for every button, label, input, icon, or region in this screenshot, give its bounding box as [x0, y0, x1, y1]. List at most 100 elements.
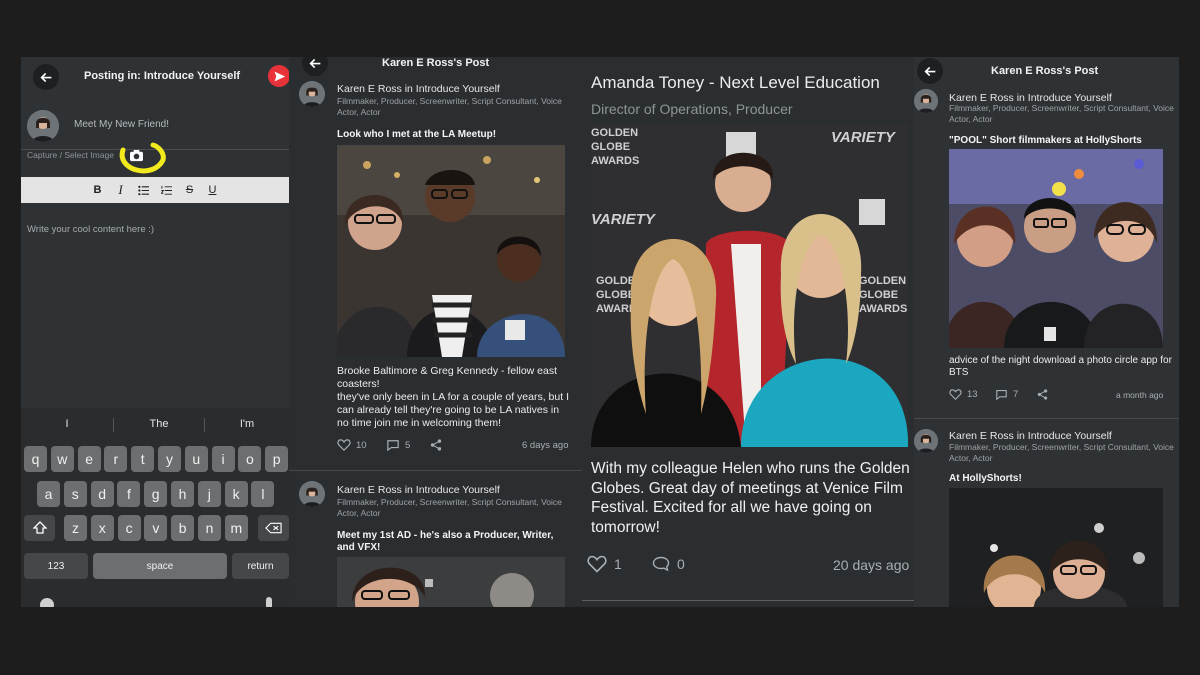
shift-icon	[32, 521, 47, 534]
delete-key[interactable]	[258, 515, 289, 541]
key-g[interactable]: g	[144, 481, 168, 507]
key-t[interactable]: t	[131, 446, 155, 472]
share-button[interactable]	[430, 439, 442, 451]
author-roles: Filmmaker, Producer, Screenwriter, Scrip…	[949, 442, 1174, 463]
avatar[interactable]	[914, 429, 938, 453]
suggestion[interactable]: The	[114, 418, 204, 430]
return-key[interactable]: return	[232, 553, 289, 579]
comment-count: 5	[405, 439, 411, 451]
on-screen-keyboard: I The I'm qwertyuiop asdfghjkl zxcvbnm 123…	[21, 408, 289, 607]
avatar[interactable]	[914, 89, 938, 113]
author-roles: Filmmaker, Producer, Screenwriter, Scrip…	[337, 96, 562, 117]
post-photo[interactable]	[949, 488, 1163, 607]
post-author[interactable]: Karen E Ross in Introduce Yourself	[337, 484, 500, 496]
key-z[interactable]: z	[64, 515, 87, 541]
avatar[interactable]	[299, 481, 325, 507]
like-count: 10	[356, 439, 367, 451]
camera-button[interactable]	[129, 149, 144, 162]
key-r[interactable]: r	[104, 446, 128, 472]
key-s[interactable]: s	[63, 481, 87, 507]
backdrop-text: AWARDS	[859, 303, 907, 315]
post-photo[interactable]: GOLDEN GLOBE AWARDS VARIETY VARIETY GOLD…	[591, 124, 908, 447]
bold-button[interactable]: B	[86, 179, 109, 201]
backdrop-text: GLOBE	[859, 289, 898, 301]
like-button[interactable]: 10	[337, 439, 367, 451]
key-u[interactable]: u	[184, 446, 208, 472]
content-editor[interactable]: Write your cool content here :)	[27, 224, 154, 235]
back-button[interactable]	[302, 57, 328, 76]
comment-count: 0	[677, 556, 685, 572]
bulleted-list-button[interactable]	[132, 179, 155, 201]
key-v[interactable]: v	[144, 515, 168, 541]
key-j[interactable]: j	[197, 481, 221, 507]
like-button[interactable]: 1	[587, 555, 622, 573]
key-l[interactable]: l	[251, 481, 275, 507]
key-m[interactable]: m	[224, 515, 248, 541]
comment-count: 7	[1013, 389, 1019, 400]
key-q[interactable]: q	[24, 446, 47, 472]
key-i[interactable]: i	[211, 446, 235, 472]
suggestion[interactable]: I'm	[205, 418, 289, 430]
author-roles: Filmmaker, Producer, Screenwriter, Scrip…	[949, 103, 1174, 124]
microphone-key[interactable]	[266, 597, 272, 607]
backdrop-text: VARIETY	[831, 129, 897, 146]
share-icon	[430, 439, 442, 451]
key-o[interactable]: o	[238, 446, 262, 472]
post-photo[interactable]	[949, 149, 1163, 348]
post-author[interactable]: Karen E Ross in Introduce Yourself	[949, 430, 1112, 442]
comment-icon	[652, 556, 670, 572]
shift-key[interactable]	[24, 515, 55, 541]
right-title: Karen E Ross's Post	[991, 65, 1099, 77]
comment-button[interactable]: 0	[652, 556, 685, 572]
post-author[interactable]: Karen E Ross in Introduce Yourself	[337, 83, 500, 95]
post-caption: With my colleague Helen who runs the Gol…	[591, 460, 910, 536]
suggestion[interactable]: I	[21, 418, 113, 430]
send-icon	[274, 71, 285, 81]
like-button[interactable]: 13	[949, 389, 978, 400]
numbers-key[interactable]: 123	[24, 553, 88, 579]
poster-role: Director of Operations, Producer	[591, 101, 793, 117]
backdrop-text: AWARDS	[591, 155, 639, 167]
space-key[interactable]: space	[93, 553, 227, 579]
key-b[interactable]: b	[171, 515, 195, 541]
back-button[interactable]	[917, 58, 943, 84]
poster-name[interactable]: Amanda Toney - Next Level Education	[591, 73, 880, 93]
strikethrough-button[interactable]: S	[178, 179, 201, 201]
right-post-panel: Karen E Ross's Post Karen E Ross in Intr…	[914, 57, 1179, 607]
comment-button[interactable]: 5	[386, 439, 410, 451]
comment-button[interactable]: 7	[995, 389, 1018, 400]
heart-icon	[949, 389, 962, 400]
author-roles: Filmmaker, Producer, Screenwriter, Scrip…	[337, 497, 562, 518]
key-h[interactable]: h	[171, 481, 194, 507]
post-photo[interactable]	[337, 557, 565, 607]
key-n[interactable]: n	[198, 515, 221, 541]
avatar[interactable]	[299, 81, 325, 107]
key-d[interactable]: d	[90, 481, 114, 507]
arrow-left-icon	[39, 72, 51, 82]
key-e[interactable]: e	[77, 446, 101, 472]
key-k[interactable]: k	[224, 481, 248, 507]
arrow-left-icon	[308, 58, 320, 68]
post-time: 20 days ago	[833, 557, 910, 573]
share-button[interactable]	[1037, 389, 1048, 400]
key-x[interactable]: x	[90, 515, 114, 541]
arrow-left-icon	[923, 66, 935, 76]
key-w[interactable]: w	[50, 446, 74, 472]
emoji-key[interactable]	[40, 598, 54, 607]
backdrop-text: GOLDEN	[859, 275, 906, 287]
key-f[interactable]: f	[117, 481, 141, 507]
key-y[interactable]: y	[158, 446, 181, 472]
post-photo[interactable]	[337, 145, 565, 357]
send-button[interactable]	[268, 65, 289, 87]
key-a[interactable]: a	[37, 481, 60, 507]
post-title: Meet my 1st AD - he's also a Producer, W…	[337, 530, 554, 553]
key-p[interactable]: p	[265, 446, 289, 472]
italic-button[interactable]: I	[109, 179, 132, 201]
comment-icon	[996, 390, 1007, 400]
post-title: At HollyShorts!	[949, 473, 1022, 484]
back-button[interactable]	[33, 64, 59, 90]
post-title-input[interactable]: Meet My New Friend!	[74, 119, 169, 130]
numbered-list-button[interactable]	[155, 179, 178, 201]
underline-button[interactable]: U	[201, 179, 224, 201]
key-c[interactable]: c	[117, 515, 141, 541]
